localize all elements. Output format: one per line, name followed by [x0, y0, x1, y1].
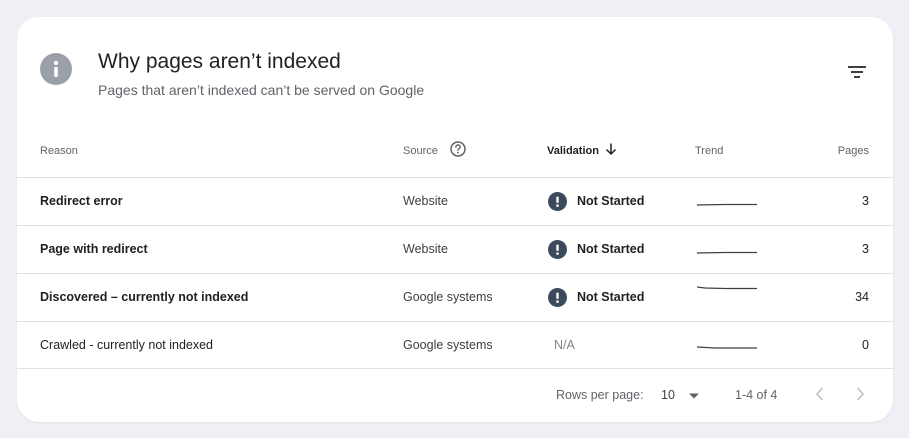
table-row[interactable]: Crawled - currently not indexed Google s… — [17, 321, 893, 369]
exclamation-icon — [548, 288, 567, 307]
trend-sparkline — [696, 251, 757, 254]
row-source: Website — [403, 242, 448, 256]
sort-arrow-down-icon[interactable] — [604, 142, 618, 156]
table-row[interactable]: Redirect error Website Not Started 3 — [17, 177, 893, 225]
filter-button[interactable] — [843, 57, 871, 85]
help-icon[interactable] — [449, 140, 467, 158]
info-icon — [40, 53, 72, 85]
column-header-source[interactable]: Source — [403, 143, 438, 159]
exclamation-icon — [548, 240, 567, 259]
filter-icon — [848, 66, 866, 78]
exclamation-icon — [548, 192, 567, 211]
row-pages: 3 — [862, 242, 869, 256]
table-row[interactable]: Page with redirect Website Not Started 3 — [17, 225, 893, 273]
row-pages: 34 — [855, 290, 869, 304]
pagination-range: 1-4 of 4 — [735, 388, 778, 402]
validation-status-label: Not Started — [577, 194, 645, 208]
validation-status-label: Not Started — [577, 242, 645, 256]
trend-sparkline — [696, 203, 757, 206]
row-reason: Page with redirect — [40, 242, 148, 256]
rows-per-page-select[interactable]: 10 — [661, 388, 675, 402]
caret-down-icon[interactable] — [688, 392, 700, 400]
trend-sparkline — [696, 286, 757, 290]
chevron-left-icon[interactable] — [811, 384, 829, 404]
row-source: Website — [403, 194, 448, 208]
row-reason: Crawled - currently not indexed — [40, 338, 213, 352]
column-header-trend: Trend — [695, 145, 724, 157]
page-subtitle: Pages that aren’t indexed can’t be serve… — [98, 82, 425, 98]
validation-status: Not Started — [548, 274, 644, 321]
chevron-right-icon[interactable] — [851, 384, 869, 404]
validation-status: Not Started — [548, 226, 644, 273]
validation-status: Not Started — [548, 178, 644, 225]
column-header-pages[interactable]: Pages — [838, 143, 869, 159]
row-source: Google systems — [403, 338, 493, 352]
trend-sparkline — [696, 346, 757, 349]
validation-status-label: Not Started — [577, 290, 645, 304]
table-footer-divider — [17, 368, 893, 369]
rows-per-page-label: Rows per page: — [556, 388, 644, 402]
row-source: Google systems — [403, 290, 493, 304]
row-reason: Discovered – currently not indexed — [40, 290, 249, 304]
page-title: Why pages aren’t indexed — [98, 50, 341, 73]
table-row[interactable]: Discovered – currently not indexed Googl… — [17, 273, 893, 321]
validation-status-label: N/A — [554, 338, 575, 352]
row-pages: 3 — [862, 194, 869, 208]
column-header-validation[interactable]: Validation — [547, 143, 599, 159]
row-pages: 0 — [862, 338, 869, 352]
column-header-reason[interactable]: Reason — [40, 143, 78, 159]
index-report-card: Why pages aren’t indexed Pages that aren… — [17, 17, 893, 422]
row-reason: Redirect error — [40, 194, 123, 208]
